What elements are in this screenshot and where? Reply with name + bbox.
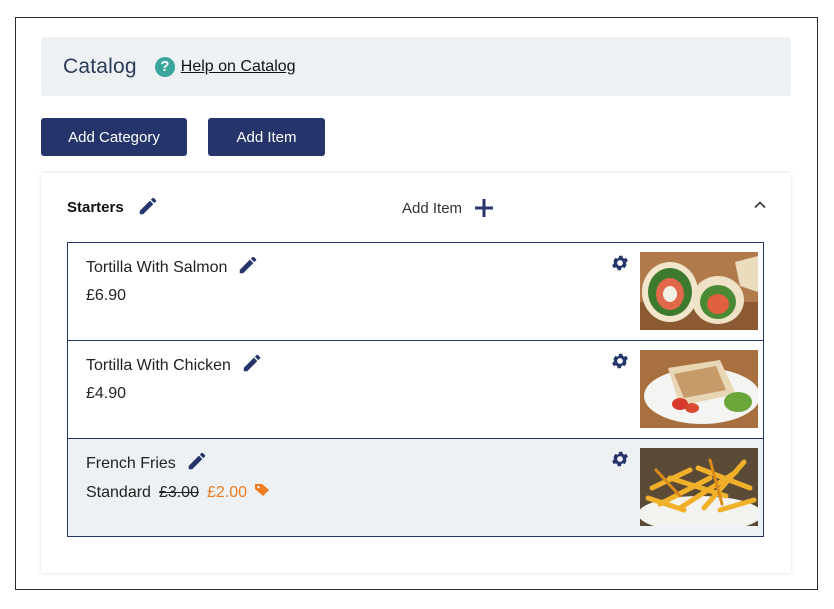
- item-price: £4.90: [86, 385, 127, 402]
- category-add-item-label: Add Item: [402, 199, 463, 217]
- category-add-item-button[interactable]: Add Item: [402, 198, 494, 218]
- menu-item-card[interactable]: Tortilla With Salmon £6.90: [67, 242, 764, 341]
- catalog-frame: Catalog ? Help on Catalog Add Category A…: [15, 17, 818, 590]
- edit-item-pencil-icon[interactable]: [186, 450, 208, 477]
- item-name-row: French Fries: [86, 450, 208, 477]
- item-name-row: Tortilla With Chicken: [86, 352, 263, 379]
- chevron-up-icon[interactable]: [752, 197, 768, 218]
- item-name: Tortilla With Salmon: [86, 258, 228, 276]
- gear-icon[interactable]: [610, 351, 630, 376]
- add-category-button[interactable]: Add Category: [41, 118, 187, 156]
- item-name-row: Tortilla With Salmon: [86, 254, 259, 281]
- gear-icon[interactable]: [610, 253, 630, 278]
- add-item-button[interactable]: Add Item: [208, 118, 325, 156]
- menu-item-card[interactable]: Tortilla With Chicken £4.90: [67, 340, 764, 439]
- category-name: Starters: [67, 199, 124, 216]
- plus-icon: [475, 199, 494, 217]
- price-tag-icon: [254, 483, 270, 502]
- salmon-wrap-image: [640, 252, 758, 330]
- chicken-wrap-image: [640, 350, 758, 428]
- catalog-header: Catalog ? Help on Catalog: [41, 37, 791, 96]
- category-header: Starters Add Item: [41, 173, 791, 243]
- edit-category-pencil-icon[interactable]: [137, 195, 159, 222]
- help-icon[interactable]: ?: [154, 56, 175, 77]
- page-title: Catalog: [63, 54, 137, 78]
- help-link[interactable]: Help on Catalog: [181, 58, 296, 76]
- item-old-price: £3.00: [158, 483, 199, 501]
- edit-item-pencil-icon[interactable]: [241, 352, 263, 379]
- category-panel: Starters Add Item Tortilla With Salmon £…: [41, 173, 791, 573]
- item-sale-price: £2.00: [206, 483, 248, 501]
- item-name: French Fries: [86, 454, 176, 472]
- menu-item-card[interactable]: French Fries Standard £3.00 £2.00: [67, 438, 764, 537]
- item-variant: Standard: [86, 483, 151, 501]
- edit-item-pencil-icon[interactable]: [237, 254, 259, 281]
- item-price-row: Standard £3.00 £2.00: [86, 483, 270, 502]
- help-section: ? Help on Catalog: [154, 56, 296, 77]
- gear-icon[interactable]: [610, 449, 630, 474]
- french-fries-image: [640, 448, 758, 526]
- item-price: £6.90: [86, 287, 127, 304]
- item-name: Tortilla With Chicken: [86, 356, 231, 374]
